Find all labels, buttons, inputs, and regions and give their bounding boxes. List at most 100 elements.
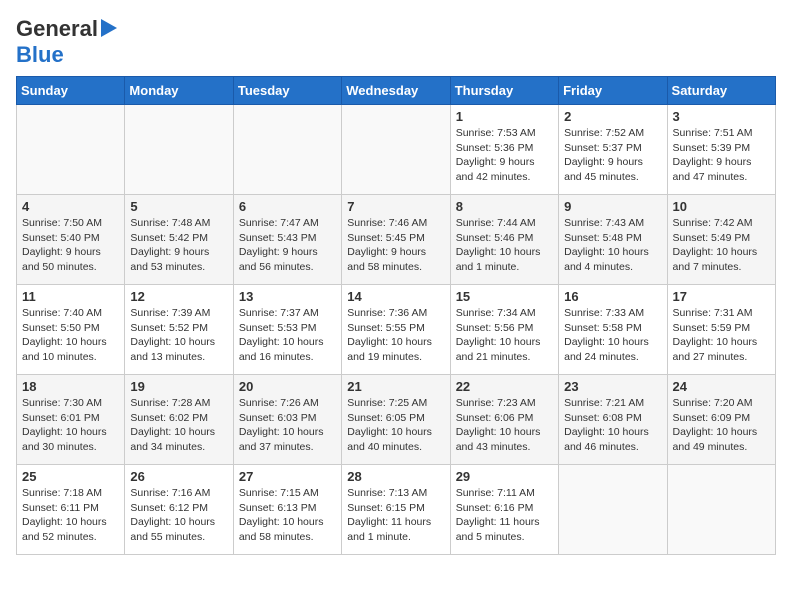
calendar-week-row: 11 Sunrise: 7:40 AM Sunset: 5:50 PM Dayli… bbox=[17, 285, 776, 375]
calendar-week-row: 25 Sunrise: 7:18 AM Sunset: 6:11 PM Dayli… bbox=[17, 465, 776, 555]
weekday-header: Wednesday bbox=[342, 77, 450, 105]
day-number: 21 bbox=[347, 379, 444, 394]
calendar-cell bbox=[233, 105, 341, 195]
day-info: Sunrise: 7:28 AM Sunset: 6:02 PM Dayligh… bbox=[130, 396, 227, 455]
day-number: 20 bbox=[239, 379, 336, 394]
calendar-cell: 5 Sunrise: 7:48 AM Sunset: 5:42 PM Daylig… bbox=[125, 195, 233, 285]
calendar-cell: 25 Sunrise: 7:18 AM Sunset: 6:11 PM Dayli… bbox=[17, 465, 125, 555]
calendar-week-row: 1Sunrise: 7:53 AM Sunset: 5:36 PM Daylig… bbox=[17, 105, 776, 195]
day-info: Sunrise: 7:42 AM Sunset: 5:49 PM Dayligh… bbox=[673, 216, 770, 275]
calendar-cell: 13Sunrise: 7:37 AM Sunset: 5:53 PM Dayli… bbox=[233, 285, 341, 375]
day-number: 1 bbox=[456, 109, 553, 124]
day-number: 5 bbox=[130, 199, 227, 214]
calendar-cell: 29Sunrise: 7:11 AM Sunset: 6:16 PM Dayli… bbox=[450, 465, 558, 555]
calendar-cell: 20 Sunrise: 7:26 AM Sunset: 6:03 PM Dayli… bbox=[233, 375, 341, 465]
calendar-week-row: 18Sunrise: 7:30 AM Sunset: 6:01 PM Dayli… bbox=[17, 375, 776, 465]
logo-blue: Blue bbox=[16, 42, 64, 67]
page-header: General Blue bbox=[16, 16, 776, 68]
day-info: Sunrise: 7:40 AM Sunset: 5:50 PM Dayligh… bbox=[22, 306, 119, 365]
day-info: Sunrise: 7:51 AM Sunset: 5:39 PM Dayligh… bbox=[673, 126, 770, 185]
day-number: 12 bbox=[130, 289, 227, 304]
logo-triangle-icon bbox=[101, 19, 117, 42]
calendar-cell: 12 Sunrise: 7:39 AM Sunset: 5:52 PM Dayli… bbox=[125, 285, 233, 375]
calendar-cell: 15 Sunrise: 7:34 AM Sunset: 5:56 PM Dayli… bbox=[450, 285, 558, 375]
calendar-cell bbox=[17, 105, 125, 195]
day-info: Sunrise: 7:52 AM Sunset: 5:37 PM Dayligh… bbox=[564, 126, 661, 185]
day-number: 13 bbox=[239, 289, 336, 304]
day-number: 11 bbox=[22, 289, 119, 304]
day-info: Sunrise: 7:15 AM Sunset: 6:13 PM Dayligh… bbox=[239, 486, 336, 545]
day-info: Sunrise: 7:39 AM Sunset: 5:52 PM Dayligh… bbox=[130, 306, 227, 365]
day-info: Sunrise: 7:31 AM Sunset: 5:59 PM Dayligh… bbox=[673, 306, 770, 365]
calendar-cell: 14Sunrise: 7:36 AM Sunset: 5:55 PM Dayli… bbox=[342, 285, 450, 375]
day-number: 19 bbox=[130, 379, 227, 394]
calendar-cell bbox=[342, 105, 450, 195]
calendar-cell: 18Sunrise: 7:30 AM Sunset: 6:01 PM Dayli… bbox=[17, 375, 125, 465]
calendar-cell: 4 Sunrise: 7:50 AM Sunset: 5:40 PM Daylig… bbox=[17, 195, 125, 285]
calendar-cell bbox=[667, 465, 775, 555]
day-number: 10 bbox=[673, 199, 770, 214]
day-info: Sunrise: 7:13 AM Sunset: 6:15 PM Dayligh… bbox=[347, 486, 444, 545]
calendar-body: 1Sunrise: 7:53 AM Sunset: 5:36 PM Daylig… bbox=[17, 105, 776, 555]
calendar-cell: 2 Sunrise: 7:52 AM Sunset: 5:37 PM Daylig… bbox=[559, 105, 667, 195]
calendar-cell: 26 Sunrise: 7:16 AM Sunset: 6:12 PM Dayli… bbox=[125, 465, 233, 555]
day-info: Sunrise: 7:23 AM Sunset: 6:06 PM Dayligh… bbox=[456, 396, 553, 455]
day-number: 6 bbox=[239, 199, 336, 214]
day-info: Sunrise: 7:33 AM Sunset: 5:58 PM Dayligh… bbox=[564, 306, 661, 365]
calendar-cell: 6 Sunrise: 7:47 AM Sunset: 5:43 PM Daylig… bbox=[233, 195, 341, 285]
day-number: 28 bbox=[347, 469, 444, 484]
calendar-cell: 10 Sunrise: 7:42 AM Sunset: 5:49 PM Dayli… bbox=[667, 195, 775, 285]
calendar-cell: 16 Sunrise: 7:33 AM Sunset: 5:58 PM Dayli… bbox=[559, 285, 667, 375]
logo: General Blue bbox=[16, 16, 117, 68]
day-number: 26 bbox=[130, 469, 227, 484]
day-number: 23 bbox=[564, 379, 661, 394]
day-info: Sunrise: 7:11 AM Sunset: 6:16 PM Dayligh… bbox=[456, 486, 553, 545]
calendar-cell: 21 Sunrise: 7:25 AM Sunset: 6:05 PM Dayli… bbox=[342, 375, 450, 465]
day-info: Sunrise: 7:50 AM Sunset: 5:40 PM Dayligh… bbox=[22, 216, 119, 275]
day-number: 27 bbox=[239, 469, 336, 484]
day-info: Sunrise: 7:18 AM Sunset: 6:11 PM Dayligh… bbox=[22, 486, 119, 545]
day-info: Sunrise: 7:20 AM Sunset: 6:09 PM Dayligh… bbox=[673, 396, 770, 455]
calendar-cell: 17Sunrise: 7:31 AM Sunset: 5:59 PM Dayli… bbox=[667, 285, 775, 375]
calendar-week-row: 4 Sunrise: 7:50 AM Sunset: 5:40 PM Daylig… bbox=[17, 195, 776, 285]
day-info: Sunrise: 7:25 AM Sunset: 6:05 PM Dayligh… bbox=[347, 396, 444, 455]
weekday-header: Monday bbox=[125, 77, 233, 105]
day-number: 8 bbox=[456, 199, 553, 214]
weekday-header: Saturday bbox=[667, 77, 775, 105]
day-info: Sunrise: 7:47 AM Sunset: 5:43 PM Dayligh… bbox=[239, 216, 336, 275]
calendar-cell: 9Sunrise: 7:43 AM Sunset: 5:48 PM Daylig… bbox=[559, 195, 667, 285]
calendar-cell: 24 Sunrise: 7:20 AM Sunset: 6:09 PM Dayli… bbox=[667, 375, 775, 465]
weekday-header: Friday bbox=[559, 77, 667, 105]
day-number: 4 bbox=[22, 199, 119, 214]
calendar-cell: 27 Sunrise: 7:15 AM Sunset: 6:13 PM Dayli… bbox=[233, 465, 341, 555]
calendar-cell: 23 Sunrise: 7:21 AM Sunset: 6:08 PM Dayli… bbox=[559, 375, 667, 465]
weekday-header: Tuesday bbox=[233, 77, 341, 105]
day-number: 18 bbox=[22, 379, 119, 394]
calendar-header: SundayMondayTuesdayWednesdayThursdayFrid… bbox=[17, 77, 776, 105]
day-number: 2 bbox=[564, 109, 661, 124]
day-info: Sunrise: 7:43 AM Sunset: 5:48 PM Dayligh… bbox=[564, 216, 661, 275]
header-row: SundayMondayTuesdayWednesdayThursdayFrid… bbox=[17, 77, 776, 105]
calendar-cell: 8Sunrise: 7:44 AM Sunset: 5:46 PM Daylig… bbox=[450, 195, 558, 285]
weekday-header: Thursday bbox=[450, 77, 558, 105]
day-info: Sunrise: 7:34 AM Sunset: 5:56 PM Dayligh… bbox=[456, 306, 553, 365]
calendar-cell: 1Sunrise: 7:53 AM Sunset: 5:36 PM Daylig… bbox=[450, 105, 558, 195]
day-number: 15 bbox=[456, 289, 553, 304]
calendar-cell bbox=[559, 465, 667, 555]
calendar-cell bbox=[125, 105, 233, 195]
day-number: 7 bbox=[347, 199, 444, 214]
day-info: Sunrise: 7:26 AM Sunset: 6:03 PM Dayligh… bbox=[239, 396, 336, 455]
day-number: 16 bbox=[564, 289, 661, 304]
calendar-cell: 22Sunrise: 7:23 AM Sunset: 6:06 PM Dayli… bbox=[450, 375, 558, 465]
calendar-cell: 3Sunrise: 7:51 AM Sunset: 5:39 PM Daylig… bbox=[667, 105, 775, 195]
day-info: Sunrise: 7:36 AM Sunset: 5:55 PM Dayligh… bbox=[347, 306, 444, 365]
logo-general: General bbox=[16, 16, 98, 42]
day-info: Sunrise: 7:16 AM Sunset: 6:12 PM Dayligh… bbox=[130, 486, 227, 545]
calendar-cell: 7 Sunrise: 7:46 AM Sunset: 5:45 PM Daylig… bbox=[342, 195, 450, 285]
day-number: 25 bbox=[22, 469, 119, 484]
day-number: 24 bbox=[673, 379, 770, 394]
calendar-cell: 11 Sunrise: 7:40 AM Sunset: 5:50 PM Dayli… bbox=[17, 285, 125, 375]
day-info: Sunrise: 7:48 AM Sunset: 5:42 PM Dayligh… bbox=[130, 216, 227, 275]
day-info: Sunrise: 7:46 AM Sunset: 5:45 PM Dayligh… bbox=[347, 216, 444, 275]
day-info: Sunrise: 7:21 AM Sunset: 6:08 PM Dayligh… bbox=[564, 396, 661, 455]
